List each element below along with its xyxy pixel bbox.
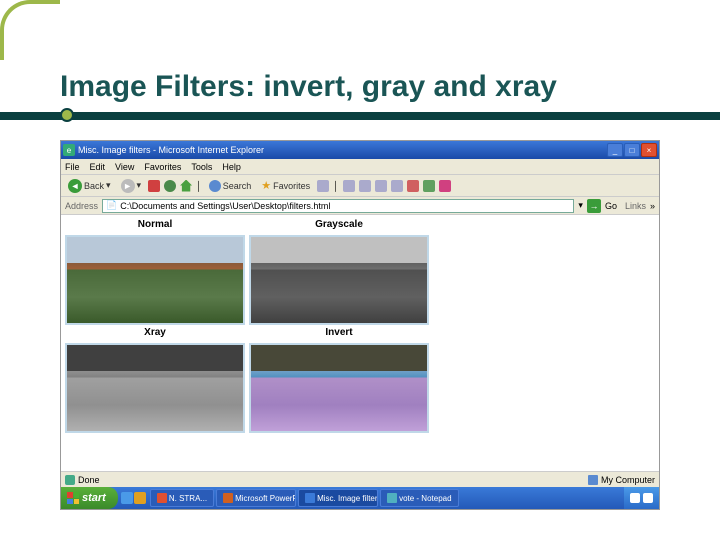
address-input[interactable]: 📄 C:\Documents and Settings\User\Desktop… <box>102 199 574 213</box>
task-label: vote - Notepad <box>399 494 451 503</box>
back-button[interactable]: ◄ Back ▾ <box>65 178 114 194</box>
image-grid: Normal Grayscale Xray Invert <box>65 219 655 433</box>
label-grayscale: Grayscale <box>249 219 429 233</box>
image-grayscale <box>249 235 429 325</box>
task-item-1[interactable]: N. STRA... <box>150 489 214 507</box>
separator: │ <box>333 181 339 191</box>
page-icon: 📄 <box>106 200 117 211</box>
task-label: Microsoft PowerP... <box>235 494 296 503</box>
start-label: start <box>82 492 106 504</box>
chevron-down-icon: ▾ <box>106 180 111 191</box>
windows-logo-icon <box>67 492 79 504</box>
toolbar-ext-3[interactable] <box>439 180 451 192</box>
back-icon: ◄ <box>68 179 82 193</box>
links-chevron-icon[interactable]: » <box>650 201 655 211</box>
image-invert <box>249 343 429 433</box>
done-icon <box>65 475 75 485</box>
favorites-label: Favorites <box>273 181 310 191</box>
computer-icon <box>588 475 598 485</box>
task-label: Misc. Image filters... <box>317 494 378 503</box>
label-xray: Xray <box>65 327 245 341</box>
toolbar-ext-1[interactable] <box>407 180 419 192</box>
task-icon <box>305 493 315 503</box>
label-normal: Normal <box>65 219 245 233</box>
task-item-2[interactable]: Microsoft PowerP... <box>216 489 296 507</box>
label-invert: Invert <box>249 327 429 341</box>
task-icon <box>223 493 233 503</box>
ql-desktop-icon[interactable] <box>134 492 146 504</box>
task-label: N. STRA... <box>169 494 207 503</box>
slide-title: Image Filters: invert, gray and xray <box>60 70 557 104</box>
stop-button[interactable] <box>148 180 160 192</box>
titlebar[interactable]: e Misc. Image filters - Microsoft Intern… <box>61 141 659 159</box>
slide-corner-accent <box>0 0 60 60</box>
slide-accent-dot <box>60 108 74 122</box>
discuss-button[interactable] <box>391 180 403 192</box>
status-bar: Done My Computer <box>61 471 659 487</box>
mail-button[interactable] <box>343 180 355 192</box>
go-label: Go <box>605 201 617 211</box>
edit-button[interactable] <box>375 180 387 192</box>
forward-button[interactable]: ► ▾ <box>118 178 145 194</box>
zone-text: My Computer <box>601 475 655 485</box>
address-label: Address <box>65 201 98 211</box>
search-icon <box>209 180 221 192</box>
toolbar-ext-2[interactable] <box>423 180 435 192</box>
address-bar: Address 📄 C:\Documents and Settings\User… <box>61 197 659 215</box>
menu-file[interactable]: File <box>65 162 80 172</box>
refresh-button[interactable] <box>164 180 176 192</box>
separator: │ <box>196 181 202 191</box>
task-item-4[interactable]: vote - Notepad <box>380 489 458 507</box>
taskbar: start N. STRA... Microsoft PowerP... Mis… <box>61 487 659 509</box>
task-icon <box>157 493 167 503</box>
go-button[interactable]: → <box>587 199 601 213</box>
menu-help[interactable]: Help <box>222 162 241 172</box>
close-button[interactable]: × <box>641 143 657 157</box>
image-xray <box>65 343 245 433</box>
menubar: File Edit View Favorites Tools Help <box>61 159 659 175</box>
home-button[interactable] <box>180 180 192 192</box>
menu-favorites[interactable]: Favorites <box>144 162 181 172</box>
status-text: Done <box>78 475 100 485</box>
system-tray[interactable] <box>624 487 659 509</box>
slide-accent-bar <box>0 112 720 120</box>
ie-icon: e <box>63 144 75 156</box>
forward-icon: ► <box>121 179 135 193</box>
browser-window: e Misc. Image filters - Microsoft Intern… <box>60 140 660 510</box>
menu-view[interactable]: View <box>115 162 134 172</box>
chevron-down-icon: ▾ <box>137 180 142 191</box>
minimize-button[interactable]: _ <box>607 143 623 157</box>
menu-tools[interactable]: Tools <box>191 162 212 172</box>
favorites-button[interactable]: ★ Favorites <box>258 178 313 193</box>
print-button[interactable] <box>359 180 371 192</box>
quick-launch <box>121 492 146 504</box>
task-icon <box>387 493 397 503</box>
tray-icon[interactable] <box>630 493 640 503</box>
history-button[interactable] <box>317 180 329 192</box>
back-label: Back <box>84 181 104 191</box>
ql-ie-icon[interactable] <box>121 492 133 504</box>
search-label: Search <box>223 181 252 191</box>
tray-icon[interactable] <box>643 493 653 503</box>
links-label[interactable]: Links <box>625 201 646 211</box>
task-item-3[interactable]: Misc. Image filters... <box>298 489 378 507</box>
maximize-button[interactable]: □ <box>624 143 640 157</box>
address-value: C:\Documents and Settings\User\Desktop\f… <box>120 201 330 211</box>
window-title: Misc. Image filters - Microsoft Internet… <box>78 145 606 155</box>
content-area: Normal Grayscale Xray Invert <box>61 215 659 455</box>
image-normal <box>65 235 245 325</box>
start-button[interactable]: start <box>61 487 118 509</box>
star-icon: ★ <box>261 179 271 192</box>
search-button[interactable]: Search <box>206 179 255 193</box>
chevron-down-icon[interactable]: ▾ <box>578 200 583 211</box>
toolbar: ◄ Back ▾ ► ▾ │ Search ★ Favorites │ <box>61 175 659 197</box>
menu-edit[interactable]: Edit <box>90 162 106 172</box>
